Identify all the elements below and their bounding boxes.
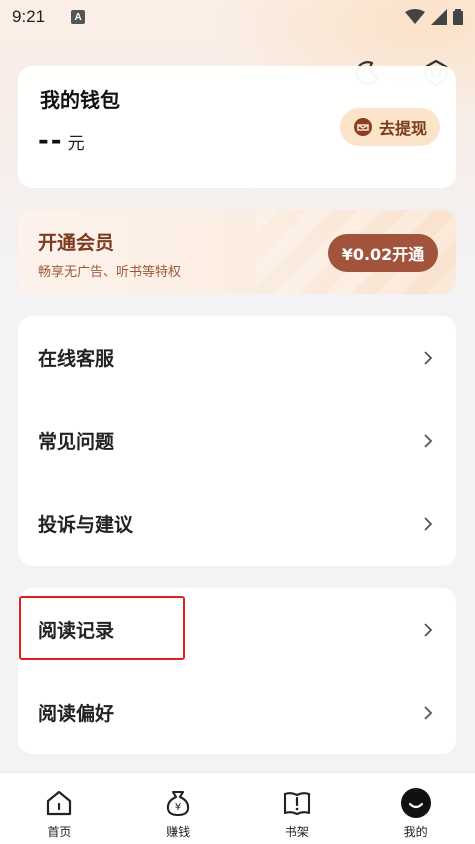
- wallet-chat-icon: [353, 118, 372, 136]
- chevron-right-icon: [424, 433, 433, 448]
- vip-open-button[interactable]: ¥0.02开通: [328, 234, 438, 272]
- tab-home[interactable]: 首页: [0, 773, 119, 844]
- tab-label: 我的: [403, 825, 428, 839]
- tab-earn[interactable]: ¥ 赚钱: [119, 773, 238, 844]
- status-bar: 9:21 A: [0, 0, 475, 34]
- wifi-icon: [405, 9, 425, 24]
- menu-item-label: 阅读偏好: [38, 703, 115, 725]
- bookshelf-icon: [283, 792, 310, 816]
- wallet-amount: --: [38, 126, 64, 156]
- status-time: 9:21: [12, 7, 46, 26]
- menu-item-feedback[interactable]: 投诉与建议: [18, 482, 456, 565]
- chevron-right-icon: [424, 350, 433, 365]
- bottom-tab-bar: 首页 ¥ 赚钱 书架 我的: [0, 772, 475, 844]
- tab-profile[interactable]: 我的: [356, 773, 475, 844]
- tab-label: 赚钱: [166, 825, 191, 839]
- vip-card[interactable]: 开通会员 畅享无广告、听书等特权 ¥0.02开通: [18, 210, 456, 294]
- chevron-right-icon: [424, 516, 433, 531]
- wallet-unit: 元: [67, 134, 85, 154]
- vip-title: 开通会员: [38, 232, 115, 254]
- signal-icon: [431, 9, 447, 25]
- wallet-card[interactable]: 我的钱包 -- 元 去提现: [18, 66, 456, 188]
- chevron-right-icon: [424, 622, 433, 637]
- status-indicators: [405, 9, 463, 25]
- menu-item-reading-preference[interactable]: 阅读偏好: [18, 671, 456, 754]
- battery-icon: [453, 9, 463, 25]
- chevron-right-icon: [424, 705, 433, 720]
- tab-label: 书架: [284, 825, 309, 839]
- tab-bookshelf[interactable]: 书架: [238, 773, 357, 844]
- menu-item-label: 投诉与建议: [38, 514, 134, 536]
- wallet-title: 我的钱包: [40, 88, 120, 112]
- svg-text:¥: ¥: [175, 802, 181, 813]
- menu-item-online-service[interactable]: 在线客服: [18, 316, 456, 399]
- highlight-annotation: [19, 596, 185, 660]
- notification-icon: A: [71, 10, 86, 24]
- profile-icon: [400, 788, 431, 818]
- withdraw-label: 去提现: [378, 119, 427, 138]
- menu-group-service: 在线客服 常见问题 投诉与建议: [18, 316, 456, 566]
- wallet-balance: -- 元: [38, 126, 85, 156]
- withdraw-button[interactable]: 去提现: [340, 108, 440, 146]
- menu-item-faq[interactable]: 常见问题: [18, 399, 456, 482]
- money-bag-icon: ¥: [166, 790, 190, 817]
- tab-label: 首页: [47, 825, 72, 839]
- vip-subtitle: 畅享无广告、听书等特权: [38, 265, 182, 280]
- menu-item-label: 在线客服: [38, 348, 115, 370]
- home-icon: [47, 790, 72, 816]
- menu-item-label: 常见问题: [38, 431, 115, 453]
